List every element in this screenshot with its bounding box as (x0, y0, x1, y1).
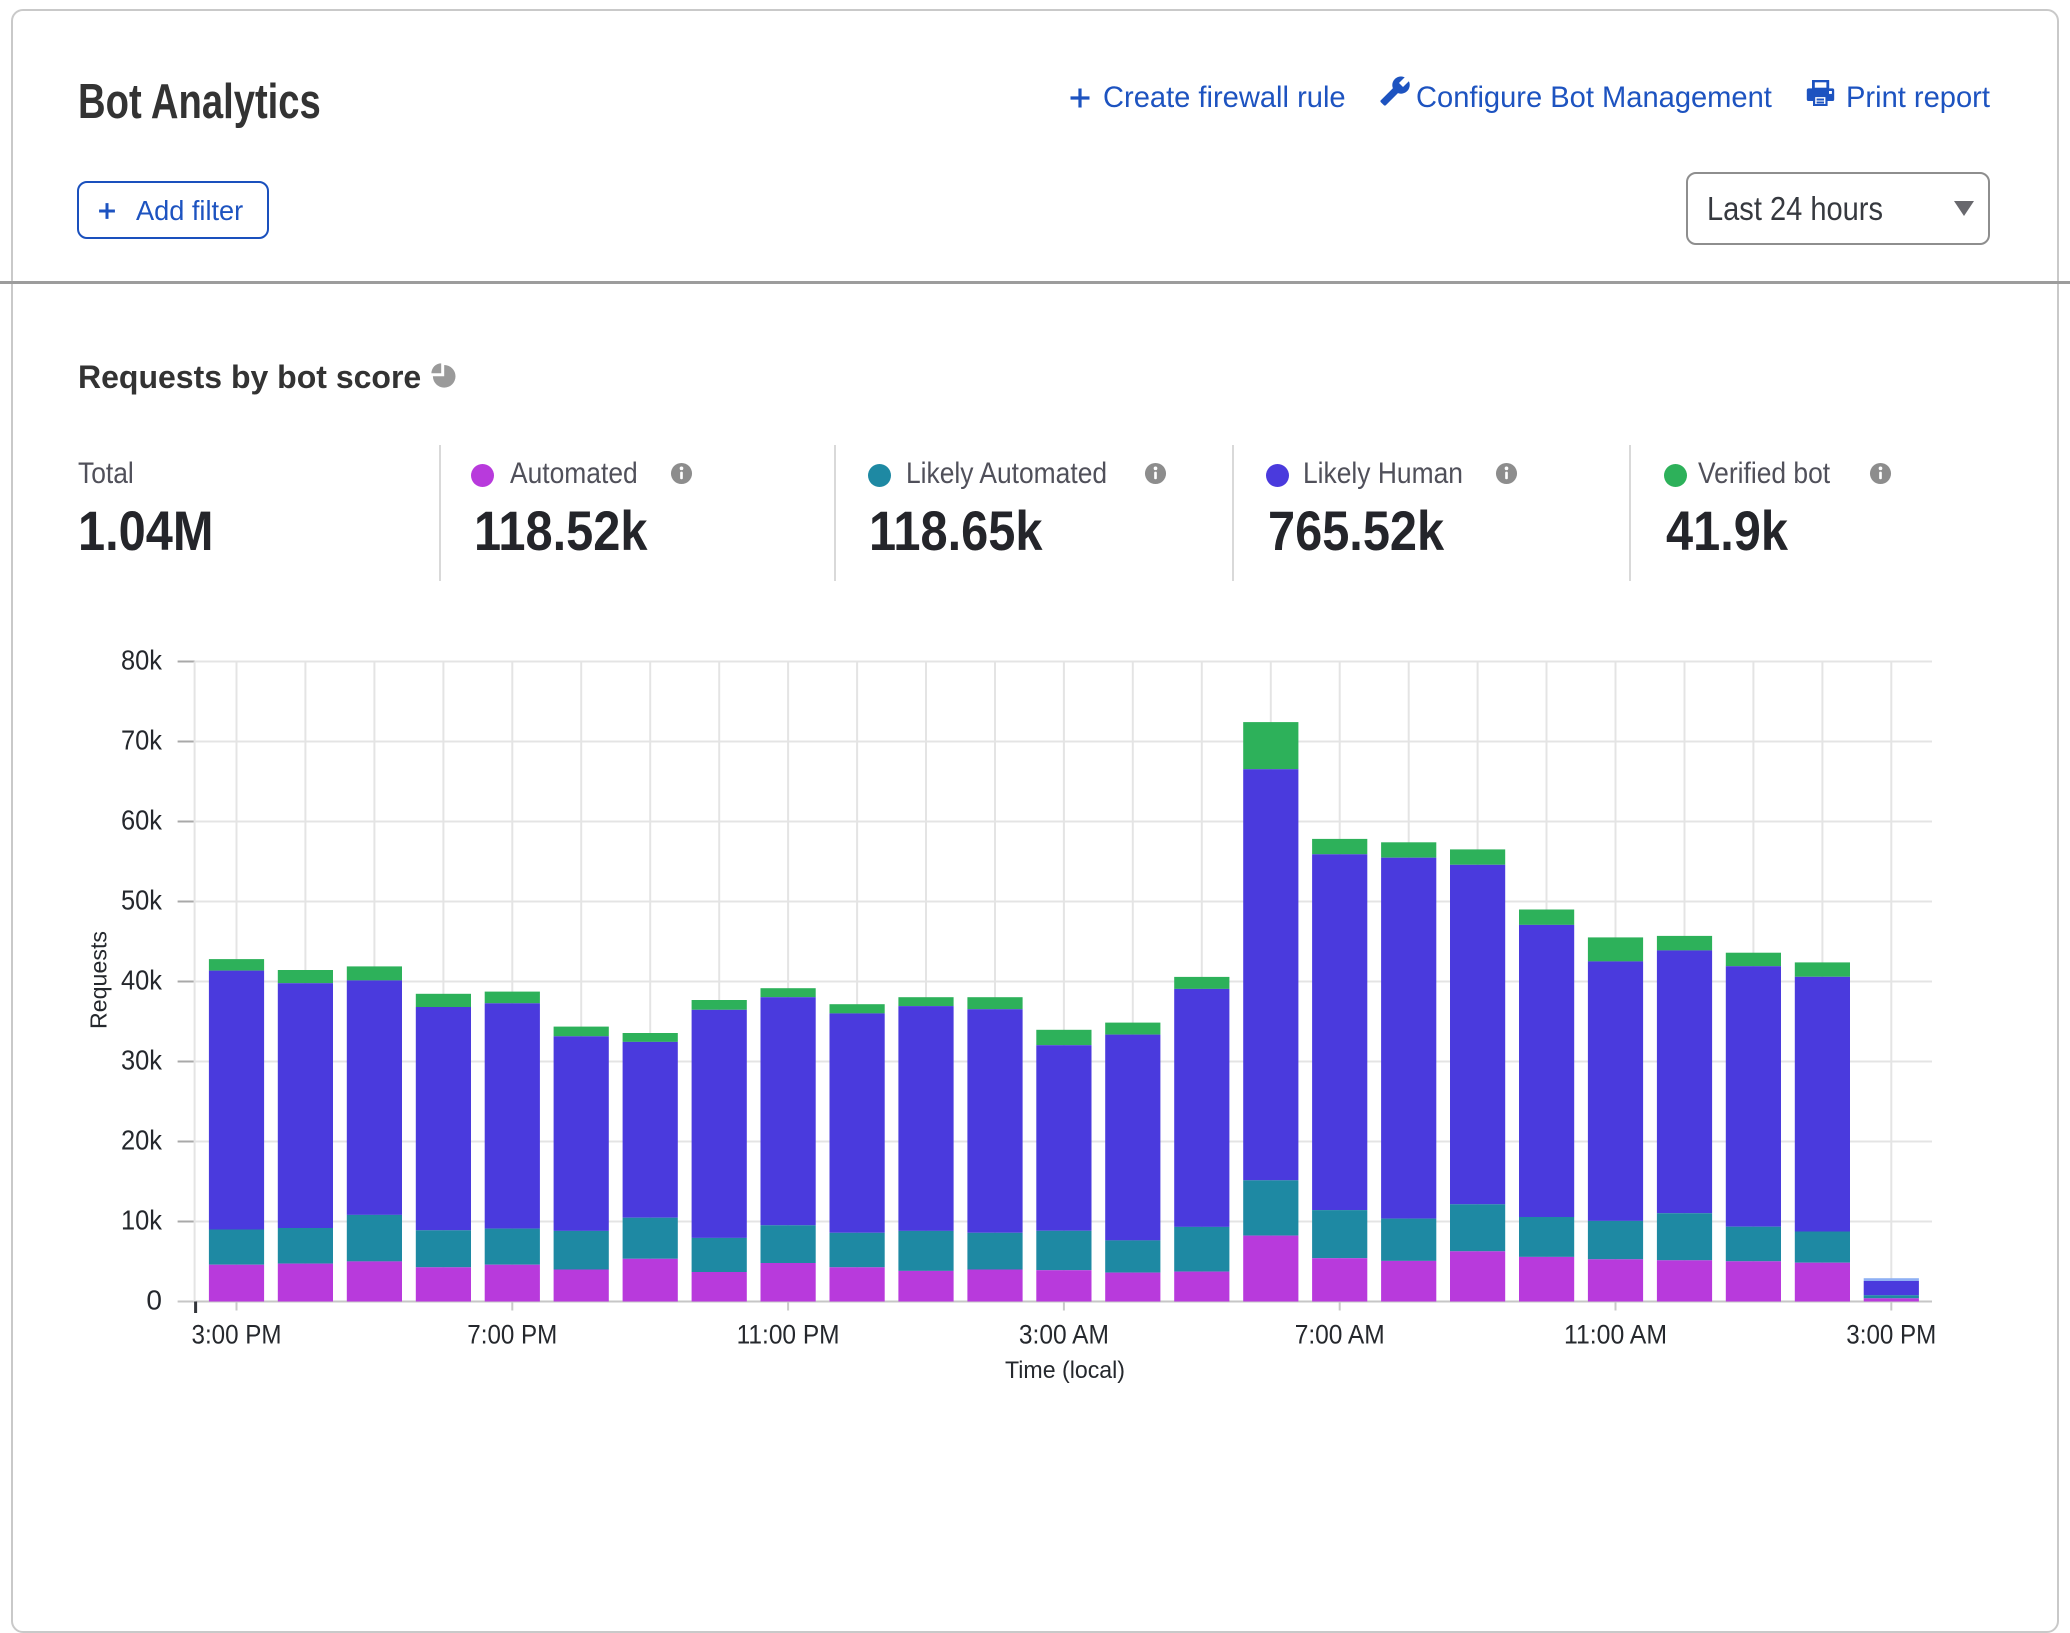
svg-text:60k: 60k (121, 805, 163, 836)
svg-text:Requests: Requests (86, 931, 112, 1029)
svg-text:3:00 PM: 3:00 PM (1846, 1320, 1936, 1350)
svg-text:0: 0 (146, 1285, 162, 1316)
svg-text:11:00 PM: 11:00 PM (737, 1320, 840, 1350)
svg-text:Time (local): Time (local) (1005, 1357, 1125, 1384)
svg-text:11:00 AM: 11:00 AM (1564, 1320, 1667, 1350)
svg-text:7:00 PM: 7:00 PM (467, 1320, 557, 1350)
svg-text:80k: 80k (121, 645, 163, 676)
svg-text:30k: 30k (121, 1045, 163, 1076)
svg-text:10k: 10k (121, 1205, 163, 1236)
svg-text:7:00 AM: 7:00 AM (1295, 1320, 1385, 1350)
svg-text:3:00 AM: 3:00 AM (1019, 1320, 1109, 1350)
svg-text:40k: 40k (121, 965, 163, 996)
svg-text:70k: 70k (121, 725, 163, 756)
svg-text:50k: 50k (121, 885, 163, 916)
svg-text:20k: 20k (121, 1125, 163, 1156)
svg-text:3:00 PM: 3:00 PM (192, 1320, 282, 1350)
